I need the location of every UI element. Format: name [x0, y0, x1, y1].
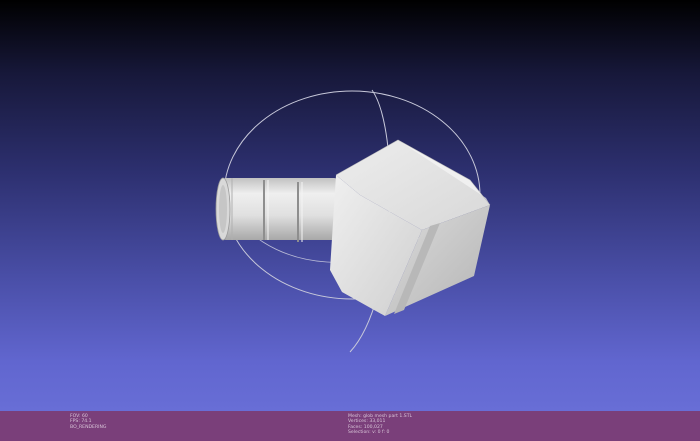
- status-bar: FOV: 60 FPS: 74.1 BO_RENDERING Mesh: glo…: [0, 411, 700, 441]
- selection-readout: Selection: v: 0 f: 0: [348, 430, 390, 436]
- render-info: FOV: 60 FPS: 74.1 BO_RENDERING: [70, 414, 107, 430]
- mesh-info: Mesh: glob mesh part 1.STL Vertices: 33,…: [348, 414, 412, 436]
- mesh-cylinder-part: [215, 177, 338, 242]
- mesh-cube-body: [330, 139, 491, 316]
- scene-canvas[interactable]: [0, 0, 700, 411]
- render-mode-readout: BO_RENDERING: [70, 424, 107, 430]
- 3d-viewport[interactable]: [0, 0, 700, 411]
